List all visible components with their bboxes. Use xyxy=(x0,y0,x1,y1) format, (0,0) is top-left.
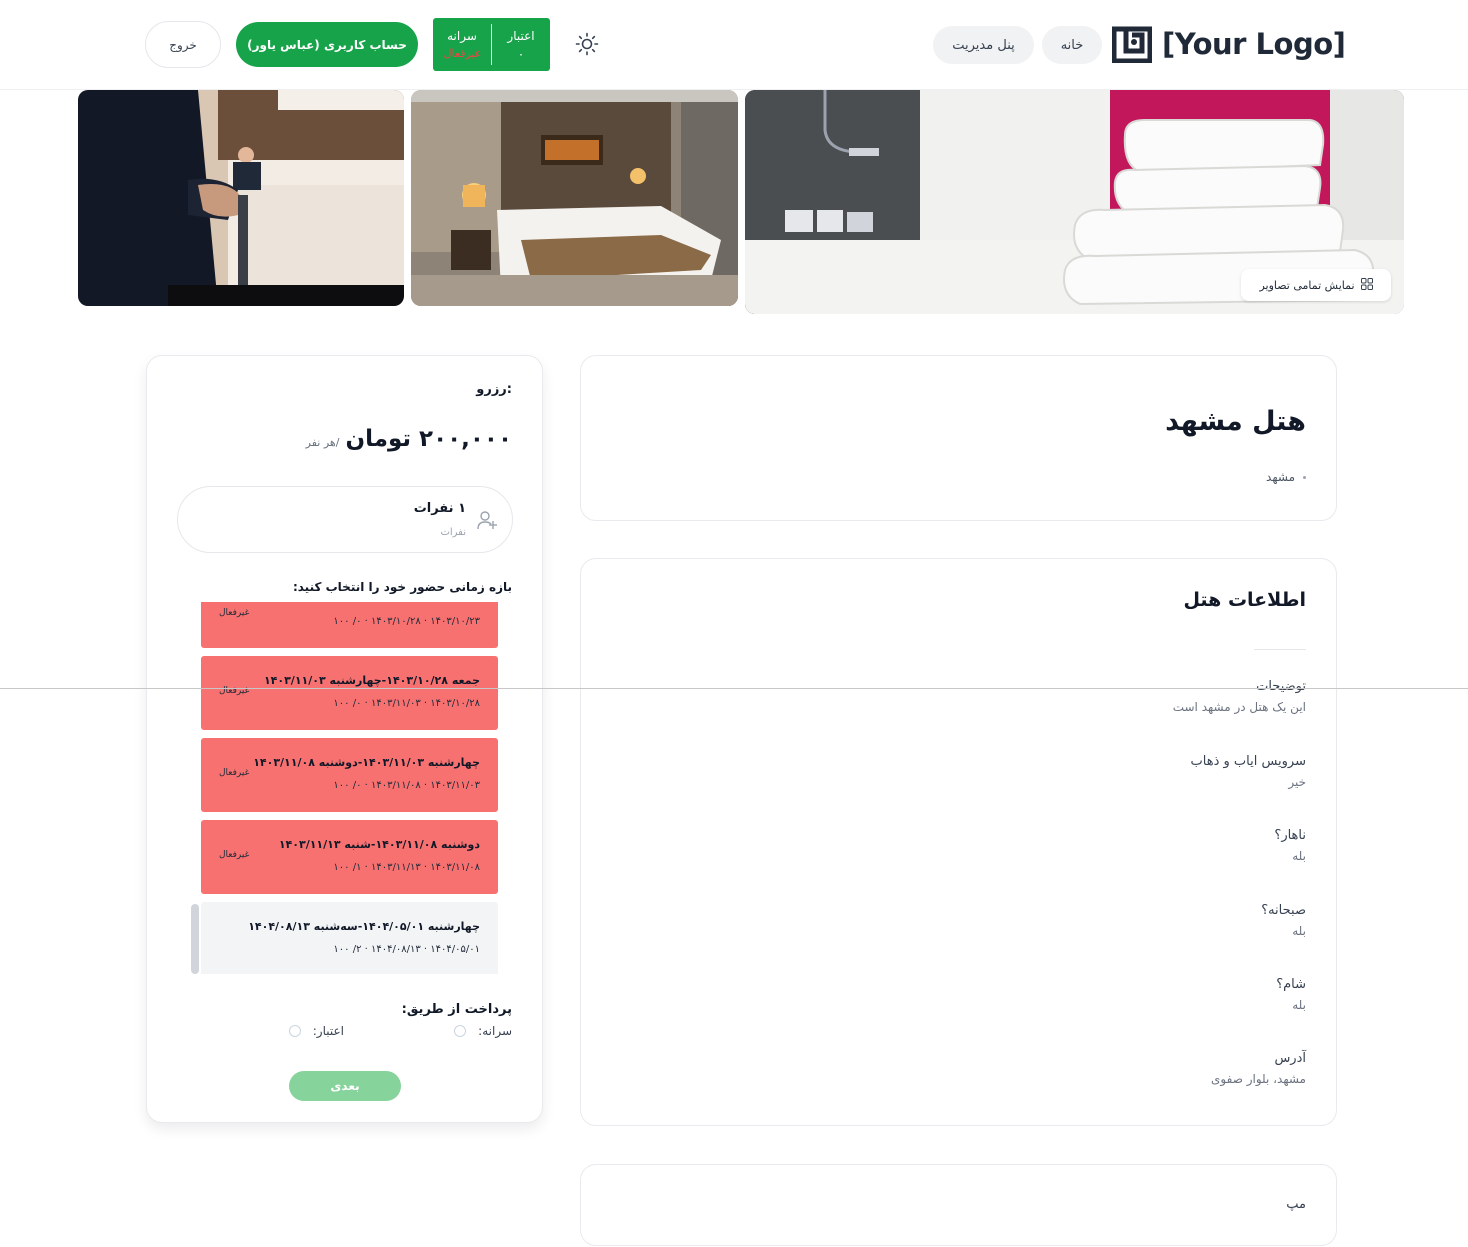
payment-quota-radio[interactable] xyxy=(454,1025,467,1037)
info-label: شام؟ xyxy=(1276,977,1306,992)
date-slot[interactable]: ۱۴۰۳/۱۰/۲۳ · ۱۴۰۳/۱۰/۲۸ · ۰/ ۱۰۰ غیرفعال xyxy=(201,602,498,648)
slot-dates: ۱۴۰۳/۱۰/۲۸ · ۱۴۰۳/۱۱/۰۳ · ۰/ ۱۰۰ xyxy=(333,698,480,709)
info-label: ناهار؟ xyxy=(1274,828,1306,843)
info-item-address: آدرس مشهد، بلوار صفوی xyxy=(1211,1051,1306,1086)
info-item-shuttle: سرویس ایاب و ذهاب خیر xyxy=(1191,754,1306,789)
credit-divider xyxy=(491,24,492,65)
horizontal-guide-line xyxy=(0,688,1468,689)
hotel-city: مشهد xyxy=(1266,470,1295,484)
slot-status: غیرفعال xyxy=(219,850,250,860)
info-label: صبحانه؟ xyxy=(1261,903,1306,918)
info-item-dinner: شام؟ بله xyxy=(1276,977,1306,1012)
date-slot[interactable]: چهارشنبه ۱۴۰۳/۱۱/۰۳-دوشنبه ۱۴۰۳/۱۱/۰۸ ۱۴… xyxy=(201,738,498,812)
info-value: مشهد، بلوار صفوی xyxy=(1211,1072,1306,1086)
booking-card: رزرو: ۲۰۰,۰۰۰ تومان /هر نفر ۱ نفرات نفرا… xyxy=(146,355,543,1123)
location-bullet-icon xyxy=(1303,475,1306,479)
credit-label: اعتبار xyxy=(507,28,535,43)
logo-text: [Your Logo] xyxy=(1162,27,1346,61)
payment-option-quota-label: سرانه: xyxy=(478,1024,512,1038)
slot-title: چهارشنبه ۱۴۰۴/۰۵/۰۱-سه‌شنبه ۱۴۰۴/۰۸/۱۳ xyxy=(248,920,480,933)
info-item-description: توضیحات این یک هتل در مشهد است xyxy=(1173,679,1306,714)
top-navbar: [Your Logo] خانه پنل مدیریت اعتبار ۰ سرا… xyxy=(0,0,1468,90)
date-slot[interactable]: دوشنبه ۱۴۰۳/۱۱/۰۸-شنبه ۱۴۰۳/۱۱/۱۳ ۱۴۰۳/۱… xyxy=(201,820,498,894)
nav-admin-panel-link[interactable]: پنل مدیریت xyxy=(933,26,1034,64)
slot-title: دوشنبه ۱۴۰۳/۱۱/۰۸-شنبه ۱۴۰۳/۱۱/۱۳ xyxy=(278,838,480,851)
slot-status: غیرفعال xyxy=(219,768,250,778)
date-slot-list[interactable]: ۱۴۰۳/۱۰/۲۳ · ۱۴۰۳/۱۰/۲۸ · ۰/ ۱۰۰ غیرفعال… xyxy=(191,602,507,974)
gallery-image-bedroom[interactable] xyxy=(411,90,738,306)
site-logo[interactable]: [Your Logo] xyxy=(1111,24,1346,64)
nav-home-link[interactable]: خانه xyxy=(1042,26,1102,64)
logout-button[interactable]: خروج xyxy=(145,21,221,68)
price-value: ۲۰۰,۰۰۰ تومان xyxy=(345,426,512,452)
people-count-selector[interactable]: ۱ نفرات نفرات xyxy=(177,486,513,553)
slot-dates: ۱۴۰۳/۱۰/۲۳ · ۱۴۰۳/۱۰/۲۸ · ۰/ ۱۰۰ xyxy=(333,616,480,627)
show-all-images-label: نمایش تمامی تصاویر xyxy=(1259,278,1355,292)
date-range-label: بازه زمانی حضور خود را انتخاب کنید: xyxy=(292,580,512,594)
quota-status: غیرفعال xyxy=(443,47,481,60)
sun-icon[interactable] xyxy=(574,31,600,57)
slot-dates: ۱۴۰۴/۰۵/۰۱ · ۱۴۰۴/۰۸/۱۳ · ۲/ ۱۰۰ xyxy=(333,944,480,955)
info-label: آدرس xyxy=(1274,1051,1306,1066)
credit-quota-panel: اعتبار ۰ سرانه غیرفعال xyxy=(433,18,550,71)
payment-option-credit-label: اعتبار: xyxy=(312,1024,344,1038)
info-label: سرویس ایاب و ذهاب xyxy=(1190,754,1306,769)
credit-value: ۰ xyxy=(517,46,525,61)
info-value: بله xyxy=(1292,849,1306,863)
slot-status: غیرفعال xyxy=(219,608,250,618)
info-item-lunch: ناهار؟ بله xyxy=(1274,828,1306,863)
payment-option-quota[interactable]: سرانه: xyxy=(454,1024,512,1038)
payment-method-label: پرداخت از طریق: xyxy=(401,1002,512,1017)
hotel-header-card: هتل مشهد مشهد xyxy=(580,355,1337,521)
add-user-icon xyxy=(476,509,498,535)
booking-label: رزرو: xyxy=(476,382,512,397)
date-slot-selectable[interactable]: چهارشنبه ۱۴۰۴/۰۵/۰۱-سه‌شنبه ۱۴۰۴/۰۸/۱۳ ۱… xyxy=(201,902,498,974)
hotel-info-card: اطلاعات هتل توضیحات این یک هتل در مشهد ا… xyxy=(580,558,1337,1126)
map-title: مپ xyxy=(1286,1197,1306,1212)
credit-column: اعتبار ۰ xyxy=(492,18,550,71)
info-label: توضیحات xyxy=(1256,679,1306,694)
info-value: این یک هتل در مشهد است xyxy=(1172,700,1306,714)
quota-column: سرانه غیرفعال xyxy=(433,18,491,71)
payment-credit-radio[interactable] xyxy=(288,1025,301,1037)
next-button[interactable]: بعدی xyxy=(289,1071,401,1101)
map-card: مپ xyxy=(580,1164,1337,1246)
price-row: ۲۰۰,۰۰۰ تومان /هر نفر xyxy=(306,426,512,452)
slot-title: چهارشنبه ۱۴۰۳/۱۱/۰۳-دوشنبه ۱۴۰۳/۱۱/۰۸ xyxy=(253,756,480,769)
hotel-name: هتل مشهد xyxy=(1165,406,1306,437)
hotel-info-divider xyxy=(1254,649,1306,650)
info-value: خیر xyxy=(1288,775,1306,789)
hotel-info-title: اطلاعات هتل xyxy=(1183,589,1306,611)
quota-label: سرانه xyxy=(447,29,477,43)
user-account-button[interactable]: حساب کاربری (عباس یاور) xyxy=(236,22,418,67)
slot-dates: ۱۴۰۳/۱۱/۰۳ · ۱۴۰۳/۱۱/۰۸ · ۰/ ۱۰۰ xyxy=(333,780,480,791)
date-slot[interactable]: جمعه ۱۴۰۳/۱۰/۲۸-چهارشنبه ۱۴۰۳/۱۱/۰۳ ۱۴۰۳… xyxy=(201,656,498,730)
info-value: بله xyxy=(1292,998,1306,1012)
info-value: بله xyxy=(1292,924,1306,938)
slot-list-scrollbar[interactable] xyxy=(191,904,199,974)
slot-dates: ۱۴۰۳/۱۱/۰۸ · ۱۴۰۳/۱۱/۱۳ · ۱/ ۱۰۰ xyxy=(333,862,480,873)
info-item-breakfast: صبحانه؟ بله xyxy=(1261,903,1306,938)
grid-icon xyxy=(1360,277,1373,293)
people-count-caption: نفرات xyxy=(440,527,466,538)
slot-title: جمعه ۱۴۰۳/۱۰/۲۸-چهارشنبه ۱۴۰۳/۱۱/۰۳ xyxy=(263,674,480,687)
price-per-person: /هر نفر xyxy=(305,436,340,449)
gallery-image-reception[interactable] xyxy=(78,90,404,306)
show-all-images-button[interactable]: نمایش تمامی تصاویر xyxy=(1241,269,1391,301)
payment-option-credit[interactable]: اعتبار: xyxy=(288,1024,344,1038)
logo-icon xyxy=(1111,25,1153,64)
hotel-location: مشهد xyxy=(1266,470,1306,484)
people-count-value: ۱ نفرات xyxy=(413,501,466,516)
